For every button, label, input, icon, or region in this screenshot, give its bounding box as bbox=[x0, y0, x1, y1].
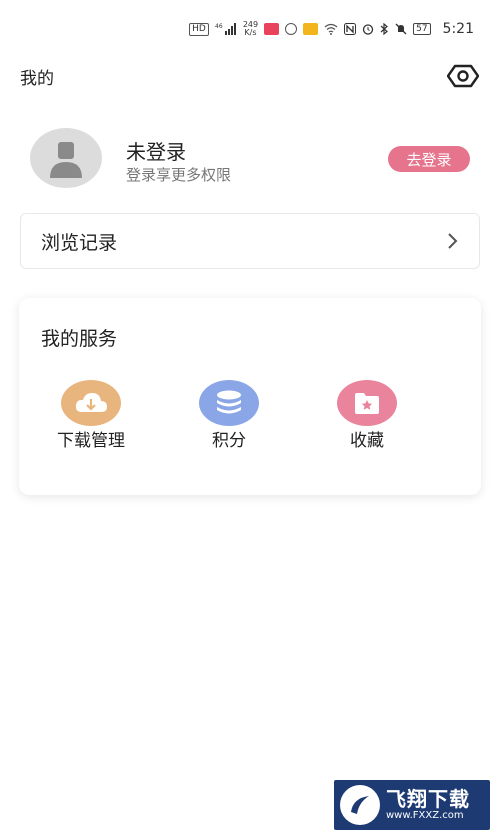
service-download-manager[interactable]: 下载管理 bbox=[46, 380, 136, 452]
user-name: 未登录 bbox=[126, 140, 186, 164]
page-title: 我的 bbox=[20, 69, 54, 89]
mute-icon bbox=[395, 23, 407, 35]
nfc-icon bbox=[344, 23, 357, 35]
avatar[interactable] bbox=[30, 128, 102, 188]
app-notification-icon bbox=[264, 23, 280, 35]
star-folder-icon bbox=[337, 380, 397, 426]
service-label: 积分 bbox=[212, 431, 246, 451]
service-label: 下载管理 bbox=[57, 431, 125, 451]
hd-badge: HD bbox=[189, 22, 209, 36]
coins-icon bbox=[199, 380, 259, 426]
net-speed: 249 K/s bbox=[243, 21, 258, 37]
chevron-right-icon bbox=[445, 232, 459, 250]
mail-notification-icon bbox=[303, 23, 319, 35]
eye-icon bbox=[447, 64, 479, 88]
alarm-icon bbox=[362, 23, 374, 35]
browsing-history-row[interactable]: 浏览记录 bbox=[20, 213, 480, 269]
net-speed-unit: K/s bbox=[244, 28, 257, 37]
services-card: 我的服务 下载管理 积分 收藏 bbox=[19, 298, 481, 495]
service-label: 收藏 bbox=[350, 431, 384, 451]
bluetooth-icon bbox=[380, 23, 389, 35]
history-label: 浏览记录 bbox=[41, 231, 118, 254]
status-bar: HD 46 249 K/s 57 5:21 bbox=[0, 0, 500, 58]
services-title: 我的服务 bbox=[41, 328, 118, 350]
cloud-download-icon bbox=[61, 380, 121, 426]
signal-icon: 46 bbox=[215, 23, 237, 35]
battery-icon: 57 bbox=[413, 23, 431, 35]
signal-label: 46 bbox=[215, 23, 223, 30]
eye-button[interactable] bbox=[446, 62, 480, 90]
login-button[interactable]: 去登录 bbox=[388, 146, 470, 172]
watermark-url: www.FXXZ.com bbox=[386, 810, 464, 821]
service-points[interactable]: 积分 bbox=[184, 380, 274, 452]
status-time: 5:21 bbox=[442, 21, 474, 37]
service-favorites[interactable]: 收藏 bbox=[322, 380, 412, 452]
circle-notification-icon bbox=[285, 23, 298, 35]
user-subtitle: 登录享更多权限 bbox=[126, 166, 232, 184]
watermark-logo-icon bbox=[340, 785, 380, 825]
watermark-title: 飞翔下载 bbox=[386, 787, 470, 811]
watermark: 飞翔下载 www.FXXZ.com bbox=[334, 780, 490, 830]
wifi-icon bbox=[324, 23, 338, 35]
user-avatar-icon bbox=[50, 142, 82, 178]
